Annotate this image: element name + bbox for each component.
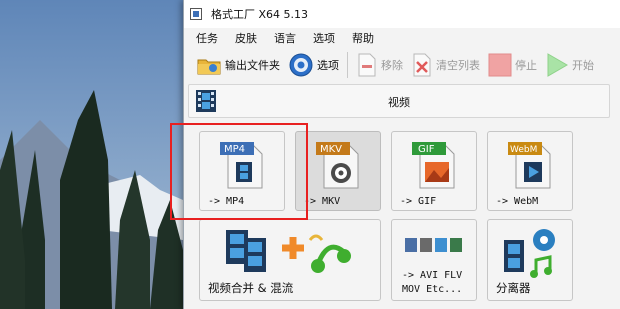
tile-mkv-label: -> MKV <box>304 196 341 207</box>
start-label: 开始 <box>572 59 594 72</box>
output-folder-label: 输出文件夹 <box>225 59 280 72</box>
tile-avi-flv-line2: MOV Etc... <box>402 284 463 295</box>
app-icon <box>190 8 202 20</box>
title-bar[interactable]: 格式工厂 X64 5.13 <box>184 0 620 28</box>
format-factory-window: 格式工厂 X64 5.13 任务 皮肤 语言 选项 帮助 输出文件夹 选项 移除… <box>183 0 620 309</box>
menu-skin[interactable]: 皮肤 <box>233 29 259 47</box>
tile-gif[interactable]: GIF -> GIF <box>391 131 477 211</box>
options-label: 选项 <box>317 59 339 72</box>
splitter-icon <box>504 229 555 278</box>
output-folder-button[interactable]: 输出文件夹 <box>196 50 280 80</box>
clear-list-label: 清空列表 <box>436 59 480 72</box>
video-category-header[interactable]: 视频 <box>188 84 610 118</box>
options-gear-icon <box>289 53 313 77</box>
start-play-icon <box>547 53 568 77</box>
tile-merge-mux[interactable]: 视频合并 & 混流 <box>199 219 381 301</box>
options-button[interactable]: 选项 <box>288 50 339 80</box>
tile-avi-flv-mov[interactable]: -> AVI FLV MOV Etc... <box>391 219 477 301</box>
remove-label: 移除 <box>381 59 403 72</box>
webm-badge: WebM <box>510 145 537 155</box>
toolbar-separator <box>347 52 348 78</box>
remove-button[interactable]: 移除 <box>356 50 403 80</box>
clear-list-icon <box>413 53 431 77</box>
tile-avi-flv-mov-label: -> AVI FLV MOV Etc... <box>402 269 462 297</box>
mkv-badge: MKV <box>320 144 342 155</box>
tile-mp4-label: -> MP4 <box>208 196 245 207</box>
stop-button[interactable]: 停止 <box>488 50 537 80</box>
stop-icon <box>488 53 512 77</box>
format-icons-strip <box>405 238 462 252</box>
clear-list-button[interactable]: 清空列表 <box>411 50 480 80</box>
gif-file-icon: GIF <box>412 142 455 189</box>
webm-file-icon: WebM <box>508 142 551 189</box>
menu-bar: 任务 皮肤 语言 选项 帮助 <box>184 28 620 48</box>
tile-splitter-label: 分离器 <box>496 281 531 295</box>
tile-merge-mux-label: 视频合并 & 混流 <box>208 281 294 295</box>
tile-mp4[interactable]: MP4 -> MP4 <box>199 131 285 211</box>
mkv-file-icon: MKV <box>316 142 359 189</box>
folder-icon <box>197 59 221 75</box>
menu-task[interactable]: 任务 <box>194 29 220 47</box>
menu-language[interactable]: 语言 <box>272 29 298 47</box>
merge-mux-icon <box>226 230 351 273</box>
start-button[interactable]: 开始 <box>545 50 594 80</box>
toolbar: 输出文件夹 选项 移除 清空列表 停止 开始 <box>184 48 620 82</box>
mp4-file-icon: MP4 <box>220 142 263 189</box>
tile-gif-label: -> GIF <box>400 196 437 207</box>
tile-avi-flv-line1: -> AVI FLV <box>402 270 463 281</box>
window-title: 格式工厂 X64 5.13 <box>211 8 309 21</box>
menu-options[interactable]: 选项 <box>311 29 337 47</box>
tile-splitter[interactable]: 分离器 <box>487 219 573 301</box>
remove-icon <box>358 53 376 77</box>
tile-webm[interactable]: WebM -> WebM <box>487 131 573 211</box>
video-category-label: 视频 <box>388 96 410 109</box>
menu-help[interactable]: 帮助 <box>350 29 376 47</box>
stop-label: 停止 <box>515 59 537 72</box>
mp4-badge: MP4 <box>224 144 245 155</box>
gif-badge: GIF <box>418 144 435 155</box>
tile-webm-label: -> WebM <box>496 196 539 207</box>
tile-mkv[interactable]: MKV -> MKV <box>295 131 381 211</box>
